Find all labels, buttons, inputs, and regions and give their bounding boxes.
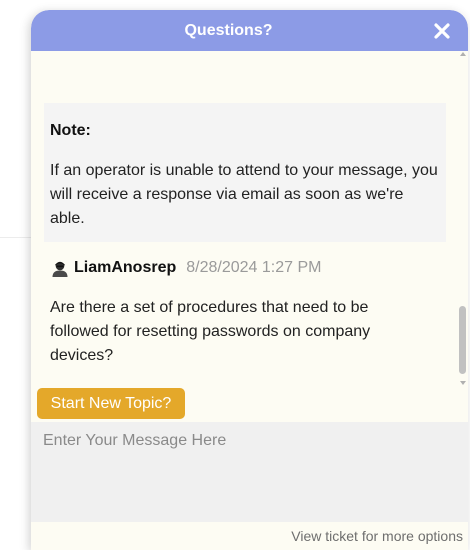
user-icon xyxy=(52,261,68,277)
background-divider xyxy=(0,237,32,238)
message-scrollbar[interactable] xyxy=(457,51,468,388)
note-box: Note: If an operator is unable to attend… xyxy=(44,103,446,242)
close-icon[interactable] xyxy=(432,21,452,41)
message-header: LiamAnosrep 8/28/2024 1:27 PM xyxy=(51,258,321,278)
scroll-up-arrow-icon[interactable] xyxy=(460,52,466,56)
chat-widget: Questions? Note: If an operator is unabl… xyxy=(31,10,468,550)
chat-title: Questions? xyxy=(184,22,273,39)
message-input[interactable] xyxy=(31,422,468,522)
message-timestamp: 8/28/2024 1:27 PM xyxy=(186,259,322,276)
message-username: LiamAnosrep xyxy=(74,259,177,276)
scroll-thumb[interactable] xyxy=(459,306,466,374)
view-ticket-link[interactable]: View ticket for more options xyxy=(291,528,463,544)
message-list: Note: If an operator is unable to attend… xyxy=(31,51,468,388)
chat-footer: View ticket for more options xyxy=(31,522,468,550)
message-text: Are there a set of procedures that need … xyxy=(50,299,371,364)
note-title: Note: xyxy=(50,122,91,139)
scroll-down-arrow-icon[interactable] xyxy=(460,381,466,385)
note-text: If an operator is unable to attend to yo… xyxy=(50,162,438,227)
start-new-topic-button[interactable]: Start New Topic? xyxy=(37,388,185,419)
chat-header: Questions? xyxy=(31,10,468,51)
